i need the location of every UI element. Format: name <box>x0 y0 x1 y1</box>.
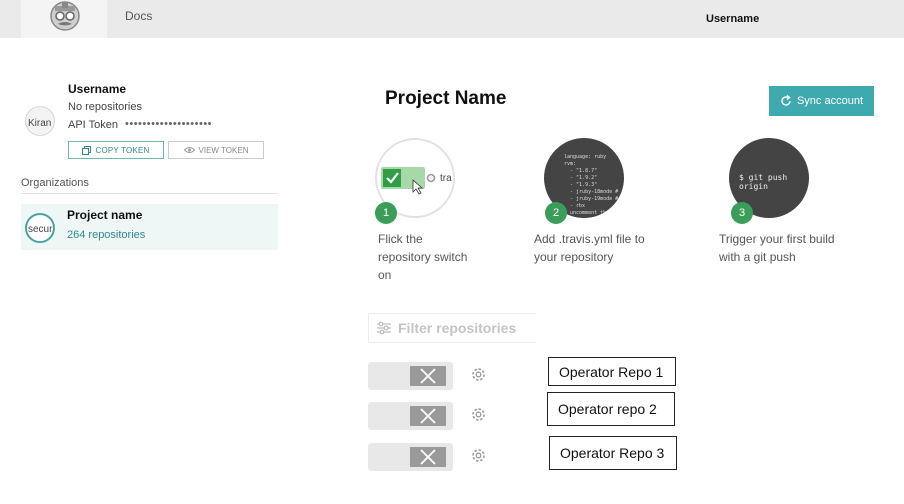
repo-3-toggle[interactable] <box>368 443 453 471</box>
repo-3-name[interactable]: Operator Repo 3 <box>549 436 677 470</box>
user-avatar-alt: Kiran <box>28 118 52 129</box>
view-token-label: VIEW TOKEN <box>198 145 249 155</box>
api-token-value: •••••••••••••••••••• <box>125 118 213 130</box>
copy-icon <box>82 145 92 155</box>
organization-avatar-alt: secur <box>28 224 53 235</box>
organization-name: Project name <box>67 208 143 222</box>
repo-1-toggle[interactable] <box>368 362 453 390</box>
filter-repositories-input[interactable] <box>398 320 533 336</box>
filter-bar <box>368 313 536 343</box>
step-3-badge: 3 <box>731 202 753 224</box>
nav-username[interactable]: Username <box>706 13 759 25</box>
repo-2-name[interactable]: Operator repo 2 <box>547 392 675 426</box>
git-push-snippet: $ git push origin <box>739 173 788 191</box>
repo-1-name[interactable]: Operator Repo 1 <box>548 357 676 386</box>
page-title: Project Name <box>385 88 507 109</box>
sync-icon <box>781 95 791 106</box>
repo-1-settings-gear-icon[interactable] <box>470 366 487 383</box>
step-1-snippet: tra <box>440 173 452 184</box>
api-token-label: API Token <box>68 119 118 131</box>
eye-icon <box>183 147 195 153</box>
docs-link[interactable]: Docs <box>125 9 152 23</box>
copy-token-button[interactable]: COPY TOKEN <box>68 141 164 159</box>
user-avatar: Kiran <box>25 106 55 136</box>
top-nav: Docs Username <box>0 0 904 38</box>
step-1-badge: 1 <box>375 202 397 224</box>
repo-2-settings-gear-icon[interactable] <box>470 406 487 423</box>
organization-item[interactable]: secur Project name 264 repositories <box>21 204 278 250</box>
travis-mascot-icon <box>50 1 80 31</box>
divider <box>21 193 278 194</box>
toggle-knob <box>410 447 446 467</box>
organization-repo-count: 264 repositories <box>67 229 146 241</box>
organization-avatar: secur <box>25 213 55 243</box>
travis-yml-snippet-icon: language: ruby rvm: - "1.8.7" - "1.9.2" … <box>564 154 624 218</box>
view-token-button[interactable]: VIEW TOKEN <box>168 141 264 159</box>
close-icon <box>420 408 436 424</box>
repo-2-toggle[interactable] <box>368 402 453 430</box>
sync-account-label: Sync account <box>796 95 864 107</box>
close-icon <box>420 449 436 465</box>
sync-account-button[interactable]: Sync account <box>769 86 874 116</box>
step-3-text: Trigger your first build with a git push <box>719 232 835 264</box>
filter-sliders-icon <box>377 321 391 335</box>
toggle-knob <box>410 366 446 386</box>
step-2-badge: 2 <box>545 202 567 224</box>
copy-token-label: COPY TOKEN <box>95 145 150 155</box>
step-2-text: Add .travis.yml file to your repository <box>534 232 645 264</box>
toggle-knob <box>410 406 446 426</box>
profile-repo-status: No repositories <box>68 101 142 113</box>
repo-3-settings-gear-icon[interactable] <box>470 447 487 464</box>
close-icon <box>420 368 436 384</box>
home-link[interactable] <box>21 0 107 38</box>
organizations-heading: Organizations <box>21 177 89 189</box>
step-1-text: Flick the repository switch on <box>378 232 468 282</box>
profile-name: Username <box>68 82 127 96</box>
